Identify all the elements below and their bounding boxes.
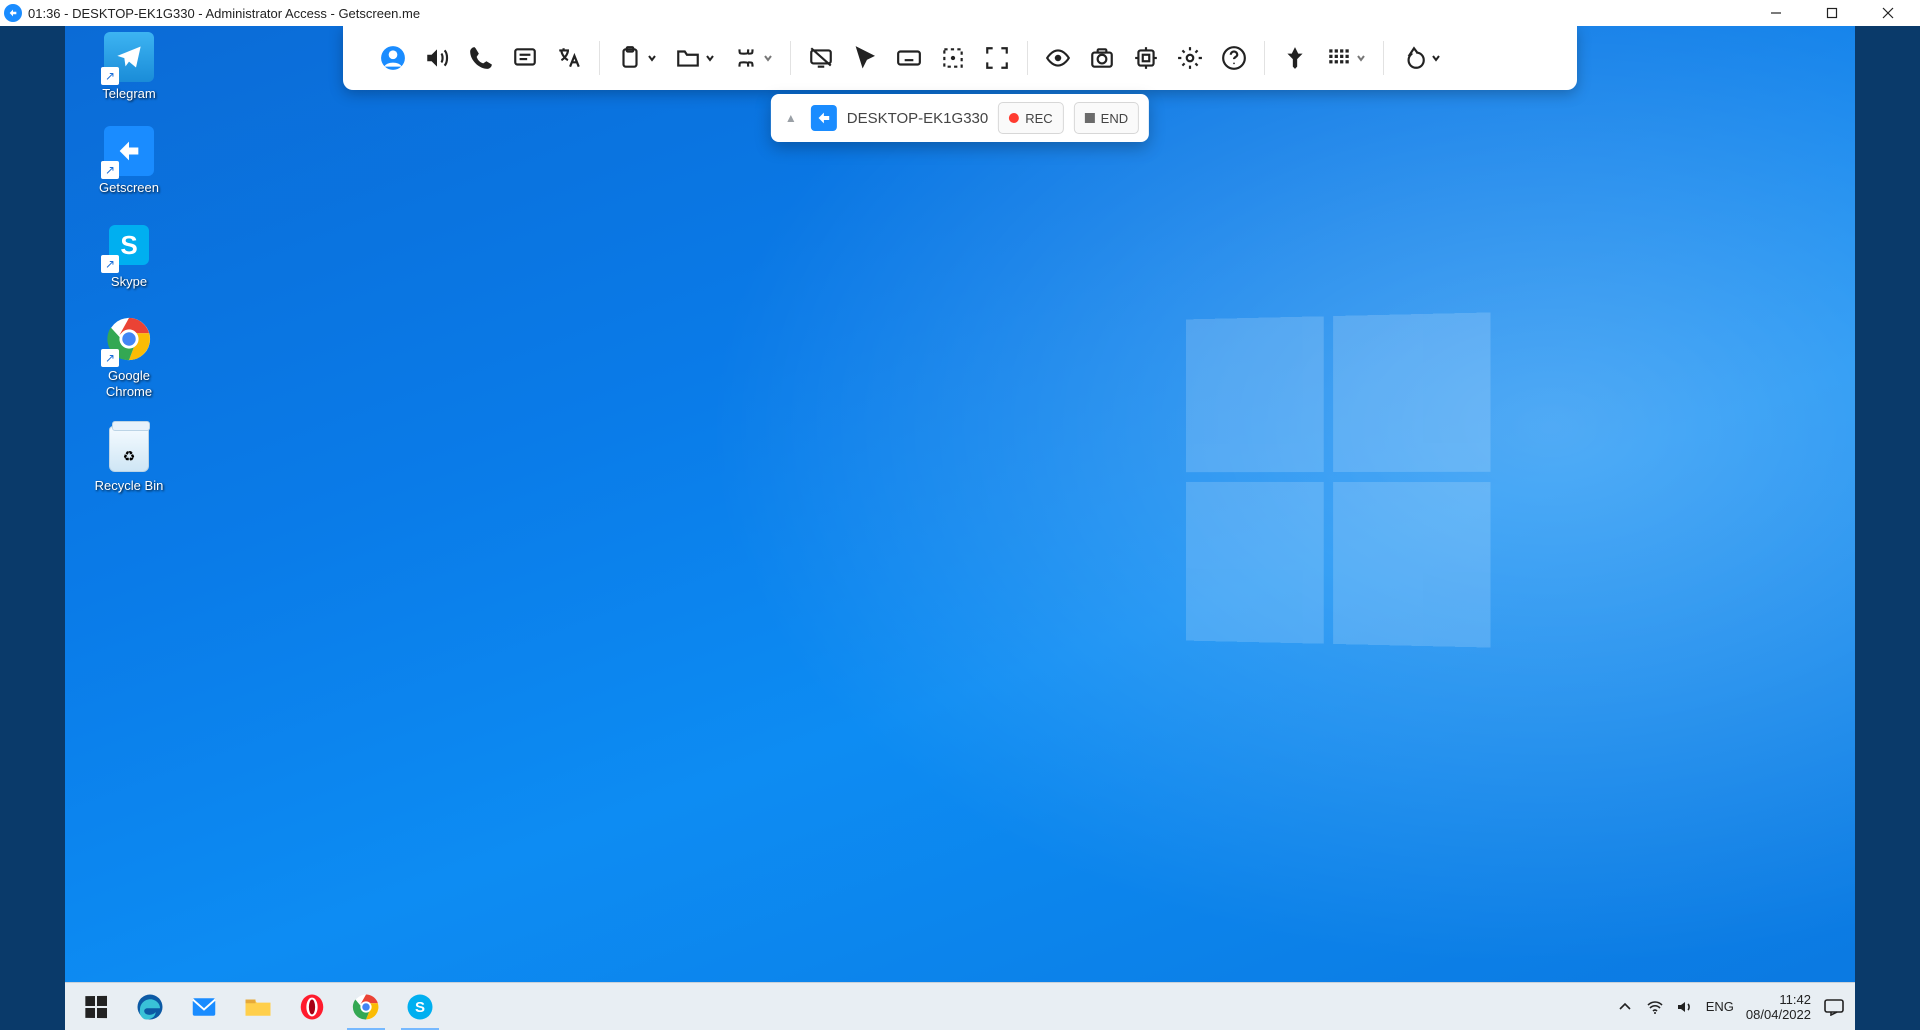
desktop-icon-telegram[interactable]: ↗ Telegram [79,32,179,102]
getscreen-app-icon [4,4,22,22]
window-maximize-button[interactable] [1804,0,1860,26]
settings-icon[interactable] [1168,36,1212,80]
shortcut-arrow-icon: ↗ [101,349,119,367]
shapes-dropdown[interactable] [1392,36,1450,80]
skype-icon: S ↗ [104,220,154,270]
desktop-icon-recycle-bin[interactable]: ♻ Recycle Bin [79,424,179,494]
session-pill: ▲ DESKTOP-EK1G330 REC END [771,94,1149,142]
toolbar-separator [790,41,791,75]
window-title: 01:36 - DESKTOP-EK1G330 - Administrator … [28,6,420,21]
clock[interactable]: 11:42 08/04/2022 [1746,992,1811,1022]
session-host-name: DESKTOP-EK1G330 [847,110,988,127]
view-icon[interactable] [1036,36,1080,80]
taskbar-app-edge[interactable] [123,983,177,1030]
window-minimize-button[interactable] [1748,0,1804,26]
chat-icon[interactable] [503,36,547,80]
translate-icon[interactable] [547,36,591,80]
desktop-icon-label: Google Chrome [106,368,152,400]
shortcut-arrow-icon: ↗ [101,67,119,85]
pin-icon[interactable] [1273,36,1317,80]
remote-toolbar [343,26,1577,90]
toolbar-separator [1027,41,1028,75]
desktop-icons: ↗ Telegram ↗ Getscreen S ↗ Skype [79,32,179,494]
account-icon[interactable] [371,36,415,80]
record-button[interactable]: REC [998,102,1063,134]
recycle-bin-icon: ♻ [104,424,154,474]
start-button[interactable] [69,983,123,1030]
taskbar-app-explorer[interactable] [231,983,285,1030]
desktop-icon-label: Skype [111,274,147,290]
system-tray: ENG 11:42 08/04/2022 [1610,992,1851,1022]
taskbar-app-opera[interactable] [285,983,339,1030]
volume-icon[interactable] [1676,998,1694,1016]
taskbar-app-skype[interactable]: S [393,983,447,1030]
remote-viewport: ↗ Telegram ↗ Getscreen S ↗ Skype [0,26,1920,1030]
wallpaper-windows-logo [1186,312,1491,647]
svg-text:S: S [415,999,425,1016]
blank-screen-icon[interactable] [799,36,843,80]
record-label: REC [1025,111,1052,126]
keyboard-icon[interactable] [887,36,931,80]
remote-desktop[interactable]: ↗ Telegram ↗ Getscreen S ↗ Skype [65,26,1855,1030]
shortcut-arrow-icon: ↗ [101,255,119,273]
camera-icon[interactable] [1080,36,1124,80]
getscreen-logo-icon [811,105,837,131]
shortcuts-dropdown[interactable] [724,36,782,80]
shortcut-arrow-icon: ↗ [101,161,119,179]
language-indicator[interactable]: ENG [1706,999,1734,1014]
cursor-icon[interactable] [843,36,887,80]
toolbar-separator [1264,41,1265,75]
getscreen-icon: ↗ [104,126,154,176]
record-dot-icon [1009,113,1019,123]
clock-date: 08/04/2022 [1746,1007,1811,1022]
files-dropdown[interactable] [666,36,724,80]
collapse-pill-icon[interactable]: ▲ [781,111,801,125]
clipboard-dropdown[interactable] [608,36,666,80]
desktop-icon-label: Getscreen [99,180,159,196]
quality-dropdown[interactable] [1317,36,1375,80]
end-label: END [1101,111,1128,126]
desktop-icon-chrome[interactable]: ↗ Google Chrome [79,314,179,400]
action-center-icon[interactable] [1823,998,1845,1016]
system-icon[interactable] [1124,36,1168,80]
window-close-button[interactable] [1860,0,1916,26]
desktop-icon-label: Telegram [102,86,155,102]
wifi-icon[interactable] [1646,998,1664,1016]
end-button[interactable]: END [1074,102,1139,134]
fullscreen-icon[interactable] [975,36,1019,80]
taskbar-app-chrome[interactable] [339,983,393,1030]
toolbar-separator [1383,41,1384,75]
windows-logo-icon [85,995,107,1017]
desktop-icon-skype[interactable]: S ↗ Skype [79,220,179,290]
sound-icon[interactable] [415,36,459,80]
stop-square-icon [1085,113,1095,123]
help-icon[interactable] [1212,36,1256,80]
call-icon[interactable] [459,36,503,80]
select-area-icon[interactable] [931,36,975,80]
desktop-icon-getscreen[interactable]: ↗ Getscreen [79,126,179,196]
toolbar-separator [599,41,600,75]
app-titlebar: 01:36 - DESKTOP-EK1G330 - Administrator … [0,0,1920,26]
tray-overflow-icon[interactable] [1616,998,1634,1016]
telegram-icon: ↗ [104,32,154,82]
taskbar-app-mail[interactable] [177,983,231,1030]
clock-time: 11:42 [1746,992,1811,1007]
remote-taskbar: S ENG 11:42 08/04/2022 [65,982,1855,1030]
desktop-icon-label: Recycle Bin [95,478,164,494]
chrome-icon: ↗ [104,314,154,364]
